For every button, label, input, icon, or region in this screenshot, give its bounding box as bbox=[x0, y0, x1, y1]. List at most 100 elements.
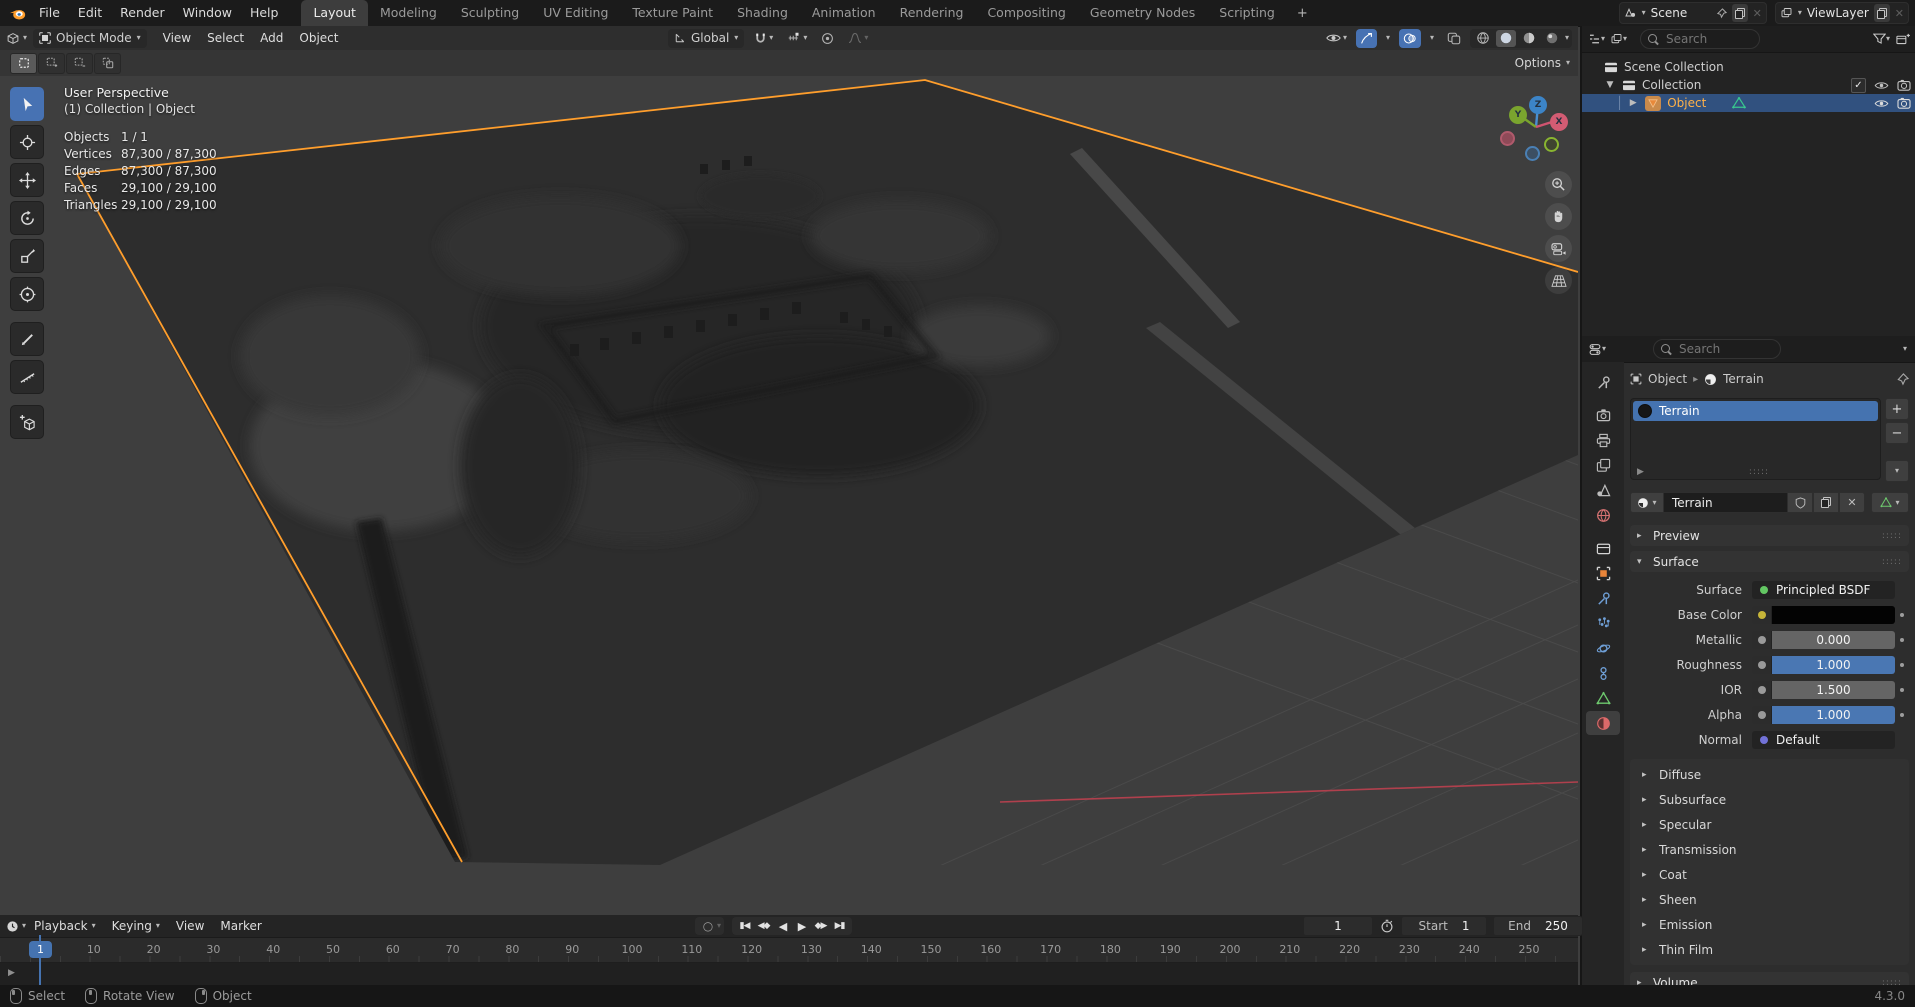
gizmos-dropdown[interactable]: ▾ bbox=[1382, 29, 1394, 48]
animate-dot[interactable] bbox=[1895, 713, 1909, 717]
select-mode-set-button[interactable] bbox=[10, 53, 37, 74]
unlink-material-button[interactable]: ✕ bbox=[1839, 492, 1865, 513]
transform-orientation-dropdown[interactable]: Global ▾ bbox=[668, 29, 744, 48]
node-tree-dropdown[interactable]: ▾ bbox=[1871, 492, 1909, 513]
tab-physics-icon[interactable] bbox=[1586, 636, 1620, 660]
workspace-tab[interactable]: Sculpting bbox=[449, 0, 531, 26]
start-frame-field[interactable]: Start 1 bbox=[1401, 916, 1487, 936]
material-slot-selected[interactable]: Terrain bbox=[1633, 401, 1878, 421]
view-menu[interactable]: View bbox=[168, 919, 212, 933]
new-collection-button[interactable] bbox=[1895, 30, 1911, 48]
workspace-tab[interactable]: Shading bbox=[725, 0, 800, 26]
material-slot-list[interactable]: Terrain ▶ ::::: bbox=[1630, 398, 1881, 480]
playback-menu[interactable]: Playback▾ bbox=[26, 919, 104, 933]
breadcrumb-object[interactable]: Object bbox=[1648, 372, 1687, 386]
workspace-tab[interactable]: Animation bbox=[800, 0, 888, 26]
float-socket[interactable] bbox=[1752, 656, 1772, 674]
animate-dot[interactable] bbox=[1895, 638, 1909, 642]
panel-drag-grip[interactable]: ::::: bbox=[1882, 978, 1902, 986]
transform-tool[interactable] bbox=[10, 277, 44, 311]
normal-field[interactable]: Default bbox=[1752, 731, 1895, 749]
auto-keying-record-button[interactable]: ○ bbox=[698, 919, 717, 933]
new-scene-button[interactable] bbox=[1732, 4, 1748, 22]
gizmo-y-axis[interactable]: Y bbox=[1509, 106, 1527, 124]
menu-item[interactable]: Help bbox=[241, 0, 288, 26]
xray-toggle[interactable] bbox=[1443, 29, 1465, 48]
panel-drag-grip[interactable]: ::::: bbox=[1882, 557, 1902, 567]
shading-rendered-button[interactable] bbox=[1542, 30, 1562, 47]
remove-slot-button[interactable]: − bbox=[1885, 422, 1909, 444]
workspace-tab[interactable]: UV Editing bbox=[531, 0, 620, 26]
slot-specials-dropdown[interactable]: ▾ bbox=[1885, 460, 1909, 482]
perspective-toggle-button[interactable] bbox=[1545, 267, 1572, 294]
alpha-slider[interactable]: 1.000 bbox=[1772, 706, 1895, 724]
tab-particles-icon[interactable] bbox=[1586, 611, 1620, 635]
measure-tool[interactable] bbox=[10, 360, 44, 394]
menu-item[interactable]: Window bbox=[174, 0, 241, 26]
move-tool[interactable] bbox=[10, 163, 44, 197]
navigation-gizmo[interactable]: Z Y X bbox=[1492, 85, 1574, 163]
animate-dot[interactable] bbox=[1895, 663, 1909, 667]
tab-world-icon[interactable] bbox=[1586, 503, 1620, 527]
roughness-slider[interactable]: 1.000 bbox=[1772, 656, 1895, 674]
menu-item[interactable]: Select bbox=[199, 31, 252, 45]
gizmo-x-axis[interactable]: X bbox=[1550, 113, 1568, 131]
duplicate-material-button[interactable] bbox=[1813, 492, 1839, 513]
collapsed-panel-header[interactable]: ▸Transmission bbox=[1630, 837, 1909, 862]
breadcrumb-material[interactable]: Terrain bbox=[1723, 372, 1764, 386]
chevron-down-icon[interactable]: ▼ bbox=[1604, 80, 1616, 90]
new-view-layer-button[interactable] bbox=[1874, 4, 1890, 22]
mode-dropdown[interactable]: Object Mode ▾ bbox=[33, 29, 147, 48]
collapsed-panel-header[interactable]: ▸Subsurface bbox=[1630, 787, 1909, 812]
exclude-checkbox[interactable]: ✓ bbox=[1851, 78, 1866, 93]
select-box-tool[interactable] bbox=[10, 87, 44, 121]
outliner-filter-dropdown[interactable]: ▾ bbox=[1873, 30, 1890, 48]
fake-user-button[interactable] bbox=[1787, 492, 1813, 513]
options-dropdown[interactable]: Options ▾ bbox=[1515, 56, 1570, 70]
menu-item[interactable]: Object bbox=[291, 31, 346, 45]
outliner-search-input[interactable] bbox=[1664, 31, 1751, 47]
material-name-field[interactable]: Terrain bbox=[1664, 492, 1787, 513]
gizmo-z-axis[interactable]: Z bbox=[1529, 96, 1547, 114]
channels-expand-icon[interactable]: ▶ bbox=[8, 968, 15, 978]
add-slot-button[interactable]: + bbox=[1885, 398, 1909, 420]
outliner-collection-row[interactable]: ▼ Collection ✓ bbox=[1582, 76, 1915, 94]
menu-item[interactable]: Edit bbox=[69, 0, 111, 26]
collapsed-panel-header[interactable]: ▸Coat bbox=[1630, 862, 1909, 887]
tab-render-icon[interactable] bbox=[1586, 403, 1620, 427]
pin-icon[interactable] bbox=[1896, 373, 1909, 386]
gizmo-z-neg-axis[interactable] bbox=[1525, 146, 1540, 161]
blender-logo-icon[interactable] bbox=[4, 0, 30, 26]
camera-view-button[interactable] bbox=[1545, 235, 1572, 262]
hide-eye-icon[interactable] bbox=[1874, 98, 1889, 109]
jump-to-end-button[interactable]: ▶▮ bbox=[830, 921, 849, 931]
gizmo-x-neg-axis[interactable] bbox=[1500, 131, 1515, 146]
3d-viewport[interactable]: User Perspective (1) Collection | Object… bbox=[0, 76, 1578, 915]
keying-menu[interactable]: Keying▾ bbox=[104, 919, 168, 933]
proportional-falloff-dropdown[interactable]: ▾ bbox=[844, 29, 872, 48]
tab-collection-icon[interactable] bbox=[1586, 536, 1620, 560]
tab-object-data-icon[interactable] bbox=[1586, 686, 1620, 710]
workspace-tab[interactable]: Rendering bbox=[888, 0, 976, 26]
outliner-scene-collection-row[interactable]: Scene Collection bbox=[1582, 58, 1915, 76]
preview-panel-header[interactable]: ▸ Preview ::::: bbox=[1630, 525, 1909, 546]
snap-target-dropdown[interactable]: ▾ bbox=[783, 29, 811, 48]
tab-tool-icon[interactable] bbox=[1586, 370, 1620, 394]
properties-editor-type-button[interactable]: ▾ bbox=[1588, 340, 1606, 358]
pin-icon[interactable] bbox=[1716, 8, 1727, 19]
next-keyframe-button[interactable]: ◆▶ bbox=[811, 921, 830, 931]
browse-material-button[interactable]: ▾ bbox=[1630, 492, 1664, 513]
outliner-object-row[interactable]: │ ▶ Object bbox=[1582, 94, 1915, 112]
float-socket[interactable] bbox=[1752, 706, 1772, 724]
slot-list-expand-icon[interactable]: ▶ bbox=[1637, 467, 1644, 477]
annotate-tool[interactable] bbox=[10, 322, 44, 356]
play-button[interactable]: ▶ bbox=[792, 920, 811, 933]
float-socket[interactable] bbox=[1752, 631, 1772, 649]
tab-modifiers-icon[interactable] bbox=[1586, 586, 1620, 610]
collapsed-panel-header[interactable]: ▸Diffuse bbox=[1630, 762, 1909, 787]
hide-eye-icon[interactable] bbox=[1874, 80, 1889, 91]
outliner-search[interactable] bbox=[1640, 29, 1759, 49]
workspace-tab[interactable]: Texture Paint bbox=[620, 0, 725, 26]
workspace-tab[interactable]: Scripting bbox=[1207, 0, 1287, 26]
view-layer-name[interactable]: ViewLayer bbox=[1807, 6, 1869, 20]
